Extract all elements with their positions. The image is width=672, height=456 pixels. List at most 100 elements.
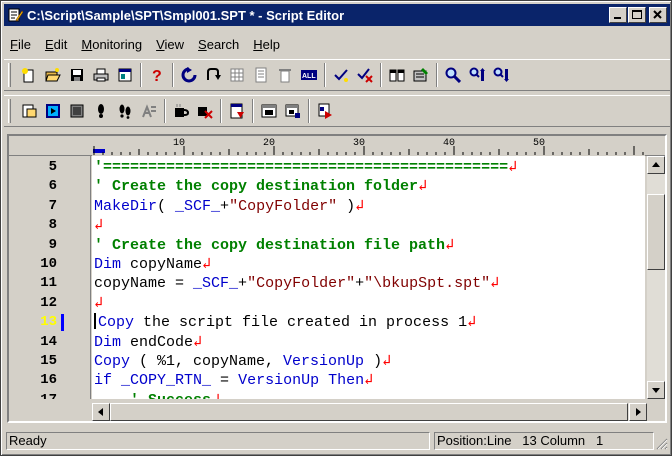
menu-help[interactable]: Help: [247, 37, 288, 52]
menu-monitoring[interactable]: Monitoring: [75, 37, 150, 52]
debug-toolbar: [4, 95, 670, 127]
cursor-position: Position:Line 13 Column 1: [434, 432, 654, 450]
line-number: 6: [48, 178, 57, 195]
line-number-gutter[interactable]: 5 6 7 8 9 10 11 12 13 14 15 16 17: [9, 156, 91, 399]
trash-icon: [278, 69, 291, 83]
code-line[interactable]: ↲: [94, 216, 103, 235]
ruler-mark-label: 30: [353, 138, 365, 149]
minimize-button[interactable]: [609, 7, 627, 23]
code-token: MakeDir: [94, 197, 158, 215]
watch-button[interactable]: [225, 100, 248, 122]
code-line[interactable]: Dim endCode↲: [94, 333, 202, 352]
project-icon: [22, 104, 36, 118]
find-next-button[interactable]: [465, 64, 488, 86]
resize-grip-icon[interactable]: [656, 438, 668, 450]
title-bar[interactable]: C:\Script\Sample\SPT\Smpl001.SPT * - Scr…: [4, 4, 670, 26]
properties-button[interactable]: [113, 64, 136, 86]
variables-window-button[interactable]: [257, 100, 280, 122]
ruler-ticks: 10 20 30 40 50: [92, 136, 645, 156]
check-syntax-button[interactable]: [329, 64, 352, 86]
code-line[interactable]: '=======================================…: [94, 158, 517, 177]
newline-mark: ↲: [508, 159, 518, 176]
step-over-button[interactable]: [113, 100, 136, 122]
grid-view-button[interactable]: [225, 64, 248, 86]
maximize-button[interactable]: [628, 7, 646, 23]
toolbar-grip[interactable]: [8, 63, 11, 87]
open-file-button[interactable]: [41, 64, 64, 86]
save-button[interactable]: [65, 64, 88, 86]
find-previous-button[interactable]: [489, 64, 512, 86]
toolbar-separator: [220, 99, 222, 123]
clear-button[interactable]: [273, 64, 296, 86]
stop-check-button[interactable]: [353, 64, 376, 86]
toolbar-separator: [172, 63, 174, 87]
clear-breakpoints-button[interactable]: [193, 100, 216, 122]
menu-view[interactable]: View: [150, 37, 192, 52]
svg-text:?: ?: [152, 68, 162, 83]
run-to-cursor-button[interactable]: [137, 100, 160, 122]
step-into-button[interactable]: [89, 100, 112, 122]
newline-mark: ↲: [355, 197, 365, 215]
code-line[interactable]: Copy the script file created in process …: [94, 313, 476, 332]
open-project-button[interactable]: [17, 100, 40, 122]
code-line[interactable]: ' Success↲: [94, 391, 220, 399]
refresh-icon: [181, 67, 196, 83]
code-token: (: [157, 197, 176, 215]
status-text: Ready: [6, 432, 430, 450]
line-number: 7: [48, 197, 57, 214]
clear-breakpoint-icon: [197, 107, 213, 119]
breakpoint-button[interactable]: [169, 100, 192, 122]
ruler-mark-label: 20: [263, 138, 275, 149]
list-view-button[interactable]: [249, 64, 272, 86]
status-bar: Ready Position:Line 13 Column 1: [4, 430, 670, 452]
arrow-up-icon: [652, 162, 660, 167]
run-script-button[interactable]: [177, 64, 200, 86]
find-up-icon: [493, 67, 509, 82]
editor-panel: 10 20 30 40 50 5 6 7 8 9 10 11 12 13 14 15 16 17 '======…: [7, 134, 667, 423]
toolbar-grip[interactable]: [8, 99, 11, 123]
scroll-left-button[interactable]: [92, 403, 110, 421]
start-button[interactable]: [41, 100, 64, 122]
code-token: copyName: [121, 256, 203, 273]
vertical-scrollbar[interactable]: [647, 156, 665, 399]
script-editor-app-icon[interactable]: [7, 7, 24, 23]
properties-icon: [118, 68, 131, 82]
scroll-down-button[interactable]: [647, 381, 665, 399]
new-file-button[interactable]: [17, 64, 40, 86]
arrow-down-icon: [652, 388, 660, 393]
help-button[interactable]: ?: [145, 64, 168, 86]
menu-edit[interactable]: Edit: [39, 37, 75, 52]
settings-button[interactable]: [409, 64, 432, 86]
find-button[interactable]: [441, 64, 464, 86]
step-button[interactable]: [201, 64, 224, 86]
code-line[interactable]: MakeDir( _SCF_+"CopyFolder" )↲: [94, 197, 364, 216]
scroll-right-button[interactable]: [629, 403, 647, 421]
code-token: Copy: [98, 314, 135, 332]
code-line[interactable]: ' Create the copy destination file path↲: [94, 236, 454, 255]
horizontal-scroll-thumb[interactable]: [110, 403, 628, 421]
code-line[interactable]: Dim copyName↲: [94, 255, 211, 274]
select-all-button[interactable]: ALL: [297, 64, 320, 86]
horizontal-scrollbar[interactable]: [92, 403, 647, 421]
code-area[interactable]: '=======================================…: [92, 156, 645, 399]
compare-button[interactable]: [385, 64, 408, 86]
menu-file[interactable]: File: [4, 37, 39, 52]
code-line[interactable]: if _COPY_RTN_ = VersionUp Then↲: [94, 371, 373, 390]
output-window-button[interactable]: [281, 100, 304, 122]
magnifier-icon: [445, 67, 461, 83]
print-button[interactable]: [89, 64, 112, 86]
code-token: ' Success: [130, 392, 211, 399]
code-token: _SCF_: [193, 275, 239, 293]
scroll-up-button[interactable]: [647, 156, 665, 174]
newline-mark: ↲: [490, 275, 500, 293]
maximize-icon: [632, 10, 642, 19]
stop-button[interactable]: [65, 100, 88, 122]
menu-search[interactable]: Search: [192, 37, 247, 52]
code-line[interactable]: Copy ( %1, copyName, VersionUp )↲: [94, 352, 391, 371]
code-line[interactable]: ↲: [94, 294, 103, 313]
close-button[interactable]: [649, 7, 667, 23]
code-line[interactable]: copyName = _SCF_+"CopyFolder"+"\bkupSpt.…: [94, 274, 499, 293]
script-run-button[interactable]: [313, 100, 336, 122]
code-line[interactable]: ' Create the copy destination folder↲: [94, 177, 427, 196]
vertical-scroll-thumb[interactable]: [647, 194, 665, 270]
